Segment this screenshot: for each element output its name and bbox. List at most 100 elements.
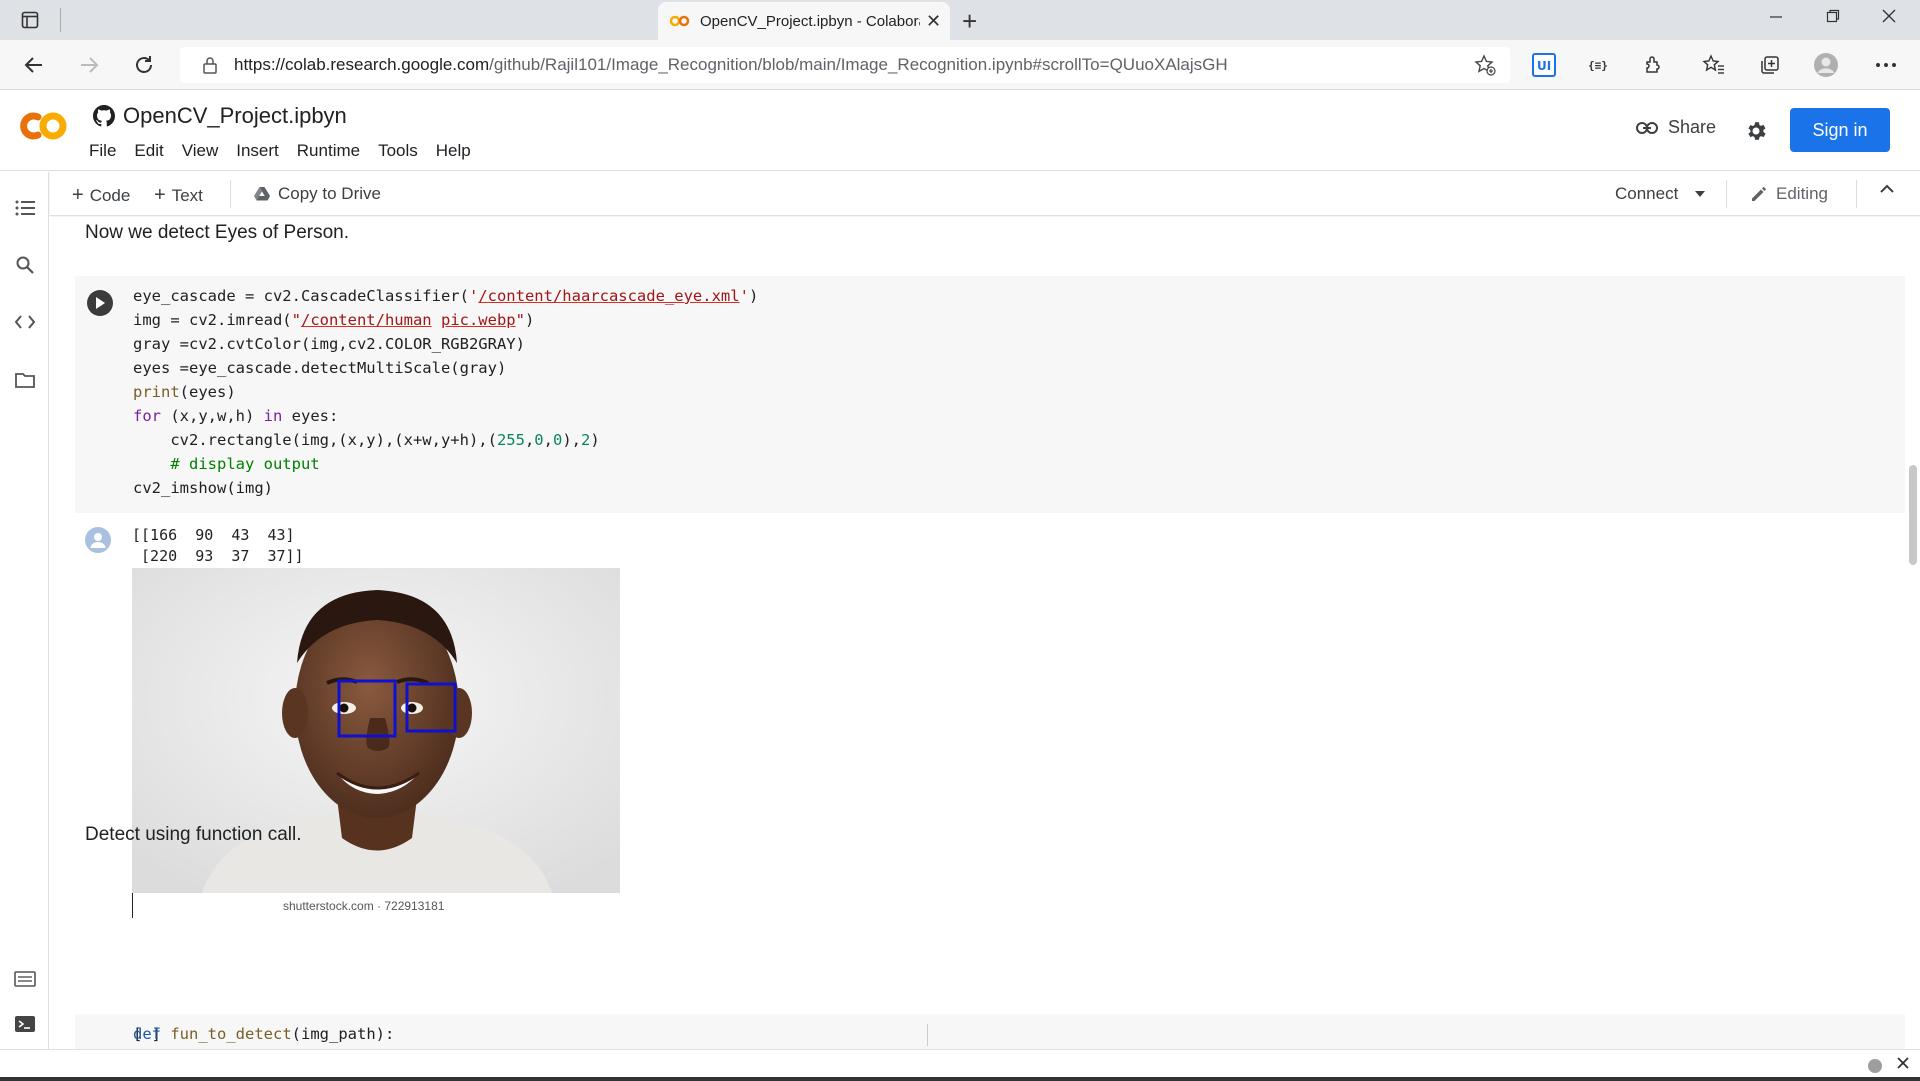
url-path: /github/Rajil101/Image_Recognition/blob/… [489,55,1228,74]
menu-insert[interactable]: Insert [236,141,279,161]
table-of-contents-icon[interactable] [13,196,37,220]
copy-to-drive-label: Copy to Drive [278,184,381,203]
code-line: cv2.rectangle(img,(x,y),(x+w,y+h),(255,0… [133,431,600,449]
collections-icon[interactable] [1756,51,1784,79]
code-line: eye_cascade = cv2.CascadeClassifier('/co… [133,287,759,305]
extensions-puzzle-icon[interactable] [1640,51,1668,79]
colab-logo[interactable] [18,109,70,148]
address-bar[interactable]: https://colab.research.google.com/github… [180,47,1510,83]
menu-help[interactable]: Help [436,141,471,161]
link-icon [1636,121,1658,134]
code-line: gray =cv2.cvtColor(img,cv2.COLOR_RGB2GRA… [133,335,525,353]
code-line: img = cv2.imread("/content/human pic.web… [133,311,535,329]
share-button[interactable]: Share [1636,117,1716,138]
pencil-icon [1752,187,1766,201]
refresh-icon[interactable] [132,53,156,77]
code-line: eyes =eye_cascade.detectMultiScale(gray) [133,359,507,377]
notebook-title-text: OpenCV_Project.ipbyn [123,103,347,128]
tab-divider [60,8,61,32]
json-extension-icon[interactable]: {≡} [1584,51,1612,79]
svg-text:UI: UI [1537,59,1551,73]
connect-button[interactable]: Connect [1615,184,1706,204]
code-snippets-icon[interactable] [13,310,37,334]
new-tab-icon[interactable]: + [962,6,977,37]
browser-tab-active[interactable]: OpenCV_Project.ipbyn - Colaboratory ✕ [658,2,950,40]
play-icon [96,297,105,309]
add-code-label: Code [89,185,131,205]
colab-favicon-icon [670,15,690,27]
notebook-scrollbar[interactable] [1906,217,1920,1049]
markdown-cell-text: Detect using function call. [85,824,302,845]
drive-icon [254,187,270,201]
ui-extension-icon[interactable]: UI [1530,51,1558,79]
menu-tools[interactable]: Tools [378,141,418,161]
code-editor[interactable]: eye_cascade = cv2.CascadeClassifier('/co… [133,284,758,500]
cell-output-text: [[166 90 43 43] [220 93 37 37]] [132,525,304,567]
colab-header: OpenCV_Project.ipbyn File Edit View Inse… [0,91,1920,171]
menu-edit[interactable]: Edit [134,141,163,161]
notebook-content: Now we detect Eyes of Person. eye_cascad… [50,217,1906,1049]
forward-icon[interactable] [77,53,101,77]
run-cell-button[interactable] [87,290,113,316]
favorites-icon[interactable] [1700,51,1728,79]
minimize-icon[interactable] [1768,8,1784,29]
lock-icon[interactable] [202,56,218,79]
menu-file[interactable]: File [89,141,116,161]
back-icon[interactable] [22,53,46,77]
scrollbar-thumb[interactable] [1909,465,1917,565]
close-status-icon[interactable] [1896,1056,1910,1075]
toolbar-divider [1726,180,1727,208]
notebook-title[interactable]: OpenCV_Project.ipbyn [93,103,347,129]
code-line: cv2_imshow(img) [133,479,273,497]
code-editor[interactable]: def fun_to_detect(img_path): [133,1022,394,1046]
code-cell[interactable]: [ ] def fun_to_detect(img_path): [75,1014,1905,1049]
editor-ruler [927,1024,928,1046]
image-watermark-caption: shutterstock.com · 722913181 [283,899,445,913]
chevron-down-icon [1695,191,1706,197]
terminal-icon[interactable] [13,1012,37,1036]
share-label: Share [1668,117,1717,137]
url-host: https://colab.research.google.com [234,55,490,74]
window-close-icon[interactable] [1881,8,1897,29]
menu-bar: File Edit View Insert Runtime Tools Help [89,141,489,161]
editing-label: Editing [1776,184,1828,203]
taskbar-edge [0,1077,1920,1081]
status-indicator-icon [1868,1059,1882,1073]
add-text-label: Text [171,185,203,205]
collapse-header-icon[interactable] [1880,184,1894,194]
add-text-button[interactable]: + Text [154,184,203,207]
favorite-add-icon[interactable] [1474,54,1496,81]
editing-mode-button[interactable]: Editing [1750,184,1828,204]
left-sidebar [0,172,49,1049]
svg-text:{≡}: {≡} [1588,59,1608,72]
browser-toolbar: https://colab.research.google.com/github… [0,40,1920,90]
output-line: [[166 90 43 43] [132,526,295,544]
profile-avatar-icon[interactable] [1812,51,1840,79]
settings-gear-icon[interactable] [1744,119,1768,148]
close-tab-icon[interactable]: ✕ [926,11,941,32]
markdown-cell-text: Now we detect Eyes of Person. [85,222,350,243]
menu-view[interactable]: View [182,141,219,161]
command-palette-icon[interactable] [13,967,37,991]
more-options-icon[interactable] [1872,51,1900,79]
restore-icon[interactable] [1825,8,1841,29]
search-icon[interactable] [13,253,37,277]
plus-icon: + [72,184,84,206]
code-cell[interactable]: eye_cascade = cv2.CascadeClassifier('/co… [75,276,1905,513]
output-line: [220 93 37 37]] [132,547,304,565]
tab-title: OpenCV_Project.ipbyn - Colaboratory [700,12,920,30]
sign-in-button[interactable]: Sign in [1790,108,1890,152]
add-code-button[interactable]: + Code [72,184,130,207]
menu-runtime[interactable]: Runtime [297,141,360,161]
notebook-toolbar: + Code + Text Copy to Drive Connect Edit… [50,172,1920,216]
toolbar-divider [1856,180,1857,208]
text-cursor [132,893,133,918]
code-line: # display output [170,455,320,473]
tab-actions-icon[interactable] [18,8,42,32]
copy-to-drive-button[interactable]: Copy to Drive [254,184,381,204]
browser-tab-strip: OpenCV_Project.ipbyn - Colaboratory ✕ + [0,0,1920,40]
toolbar-divider [230,180,231,208]
connect-label: Connect [1615,184,1679,203]
github-icon [93,105,115,127]
files-folder-icon[interactable] [13,368,37,392]
